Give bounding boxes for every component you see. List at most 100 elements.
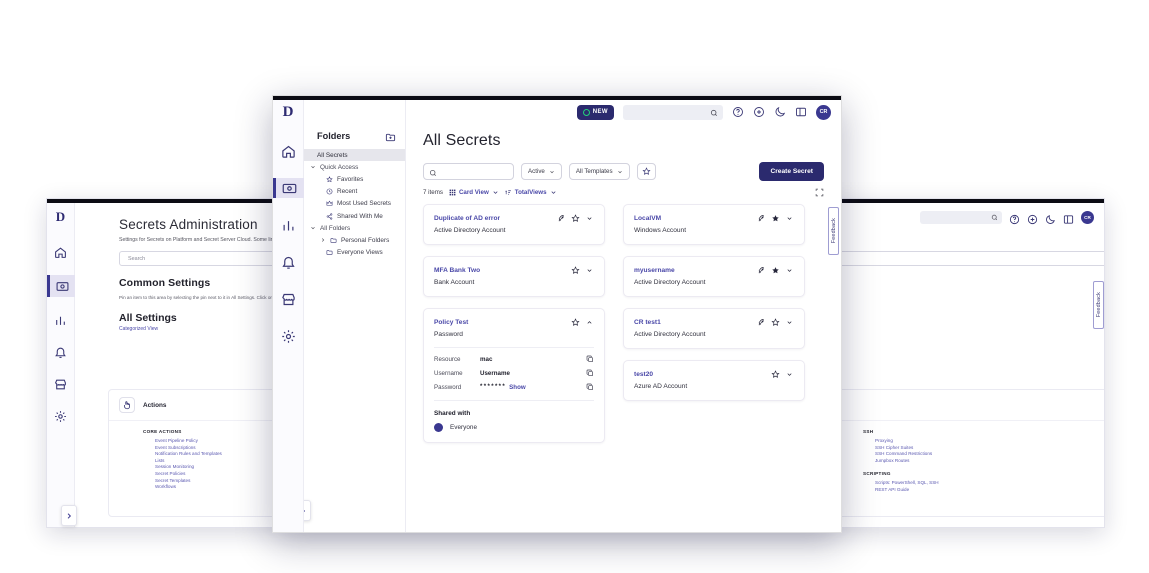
help-icon[interactable] [1009,212,1020,223]
sidebar-item-recent[interactable]: Recent [304,186,405,198]
sidebar-item-label: Favorites [337,176,363,183]
vault-icon[interactable] [47,275,75,297]
feedback-tab-right[interactable]: Feedback [1093,281,1104,329]
sidebar-item-personal-folders[interactable]: Personal Folders [304,234,405,246]
secret-name[interactable]: CR test1 [634,319,752,326]
folders-header: Folders [304,130,405,141]
secret-name[interactable]: Policy Test [434,319,566,326]
favorite-star-icon[interactable] [771,370,780,379]
settings-link[interactable]: Proxying [875,438,1105,443]
secrets-column-1: Duplicate of AD error Active Directory A… [423,204,605,443]
status-filter-dropdown[interactable]: Active [521,163,562,180]
background-header-actions: CR [920,211,1094,224]
layout-icon[interactable] [795,106,807,118]
field-value: mac [480,356,580,363]
dark-mode-icon[interactable] [774,106,786,118]
bell-icon[interactable] [273,252,304,272]
favorite-star-icon[interactable] [571,266,580,275]
create-secret-button[interactable]: Create Secret [759,162,824,181]
launch-icon[interactable] [757,266,766,275]
secret-name[interactable]: Duplicate of AD error [434,215,552,222]
vault-icon[interactable] [273,178,304,198]
chevron-down-icon[interactable] [585,266,594,275]
sidebar-group-all-folders[interactable]: All Folders [304,222,405,234]
add-folder-icon[interactable] [385,130,396,141]
new-button[interactable]: NEW [577,105,614,120]
copy-icon[interactable] [586,369,594,377]
sort-selector[interactable]: TotalViews [505,189,557,196]
masked-password: ******* [480,384,506,390]
help-icon[interactable] [732,106,744,118]
window-top-strip [273,96,841,100]
settings-link[interactable]: SSH Command Restrictions [875,451,1105,456]
favorite-star-icon-filled[interactable] [771,214,780,223]
fullscreen-icon[interactable] [815,188,824,197]
layout-icon[interactable] [1063,212,1074,223]
secret-card[interactable]: myusername Active Directory Account [623,256,805,297]
sidebar-item-all-secrets[interactable]: All Secrets [304,149,405,161]
home-icon[interactable] [273,141,304,161]
chevron-down-icon[interactable] [785,318,794,327]
secret-card[interactable]: Duplicate of AD error Active Directory A… [423,204,605,245]
secret-card[interactable]: CR test1 Active Directory Account [623,308,805,349]
shared-with-label: Everyone [450,424,477,431]
launch-icon[interactable] [757,318,766,327]
add-icon[interactable] [753,106,765,118]
secret-card-expanded[interactable]: Policy Test Password Resource mac [423,308,605,443]
sidebar-item-most-used-secrets[interactable]: Most Used Secrets [304,198,405,210]
view-mode-label: Card View [459,189,489,196]
sidebar-group-label: All Folders [320,225,350,232]
reports-icon[interactable] [273,215,304,235]
avatar[interactable]: CR [816,105,831,120]
secret-card[interactable]: test20 Azure AD Account [623,360,805,401]
gear-icon[interactable] [273,326,304,346]
avatar[interactable]: CR [1081,211,1094,224]
bell-icon[interactable] [52,343,70,361]
favorite-star-icon[interactable] [571,214,580,223]
secret-name[interactable]: myusername [634,267,752,274]
sidebar-item-everyone-views[interactable]: Everyone Views [304,247,405,259]
add-icon[interactable] [1027,212,1038,223]
copy-icon[interactable] [586,355,594,363]
reports-icon[interactable] [52,311,70,329]
background-search-input[interactable] [920,211,1002,224]
chevron-down-icon[interactable] [585,214,594,223]
favorites-filter-button[interactable] [637,163,656,180]
feedback-tab-overlay[interactable]: Feedback [828,207,839,255]
settings-link[interactable]: SSH Cipher Suites [875,445,1105,450]
secrets-toolbar: Active All Templates Create Secret [423,162,841,181]
copy-icon[interactable] [586,383,594,391]
expand-sidebar-button-background[interactable] [61,505,77,526]
dark-mode-icon[interactable] [1045,212,1056,223]
secret-name[interactable]: test20 [634,371,766,378]
favorite-star-icon-filled[interactable] [771,266,780,275]
chevron-up-icon[interactable] [585,318,594,327]
settings-link[interactable]: Scripts: PowerShell, SQL, SSH [875,480,1105,485]
launch-icon[interactable] [757,214,766,223]
secret-card[interactable]: LocalVM Windows Account [623,204,805,245]
favorite-star-icon[interactable] [771,318,780,327]
chevron-right-icon[interactable] [320,237,326,243]
launch-icon[interactable] [557,214,566,223]
marketplace-icon[interactable] [52,375,70,393]
secret-name[interactable]: MFA Bank Two [434,267,566,274]
chevron-down-icon[interactable] [785,214,794,223]
gear-icon[interactable] [52,407,70,425]
sidebar-item-shared-with-me[interactable]: Shared With Me [304,210,405,222]
chevron-down-icon[interactable] [785,266,794,275]
marketplace-icon[interactable] [273,289,304,309]
global-search-input[interactable] [623,105,723,120]
sidebar-item-favorites[interactable]: Favorites [304,173,405,185]
secret-name[interactable]: LocalVM [634,215,752,222]
secrets-search-input[interactable] [423,163,514,180]
show-password-link[interactable]: Show [509,384,526,391]
settings-link[interactable]: REST API Guide [875,487,1105,492]
favorite-star-icon[interactable] [571,318,580,327]
home-icon[interactable] [52,243,70,261]
sidebar-group-quick-access[interactable]: Quick Access [304,161,405,173]
chevron-down-icon[interactable] [785,370,794,379]
settings-link[interactable]: Jumpbox Routes [875,458,1105,463]
template-filter-dropdown[interactable]: All Templates [569,163,630,180]
view-mode-selector[interactable]: Card View [449,189,499,196]
secret-card[interactable]: MFA Bank Two Bank Account [423,256,605,297]
